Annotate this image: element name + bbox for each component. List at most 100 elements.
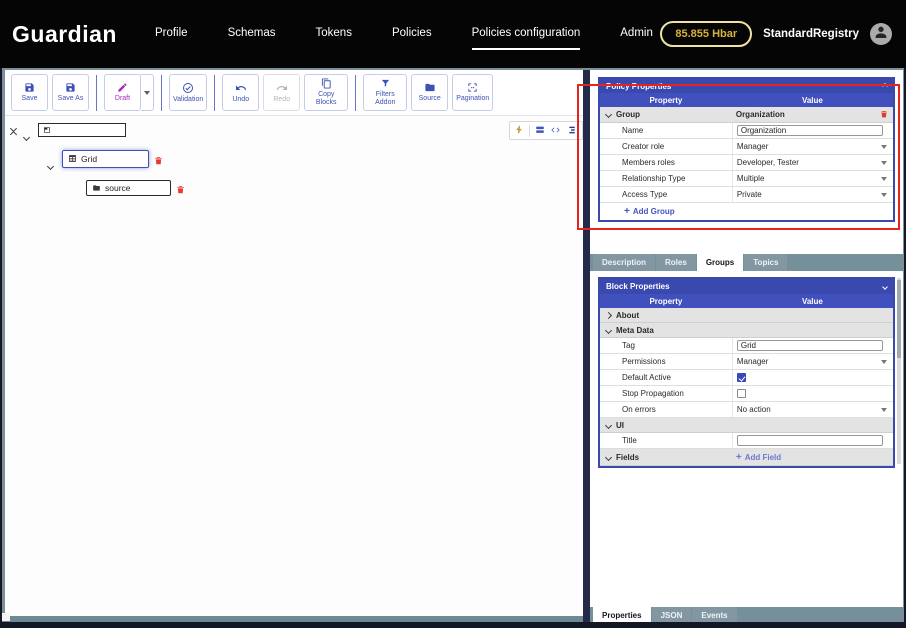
root-expand-chevron-icon[interactable] (22, 127, 31, 145)
tag-row: Tag (600, 338, 893, 354)
pagination-icon (467, 82, 478, 93)
tab-roles[interactable]: Roles (656, 254, 696, 271)
policy-properties-title: Policy Properties (606, 81, 672, 91)
tab-topics[interactable]: Topics (744, 254, 788, 271)
block-table-header: Property Value (600, 294, 893, 308)
scrollbar-handle[interactable] (897, 280, 901, 358)
fields-section-label: Fields (616, 452, 640, 462)
add-field-link[interactable]: + Add Field (736, 452, 781, 463)
delete-source-trash-icon[interactable] (176, 182, 185, 200)
floppy-icon (24, 82, 35, 93)
tree-node-grid[interactable]: Grid (62, 150, 149, 168)
tree-view-icon[interactable] (566, 122, 576, 140)
tab-json[interactable]: JSON (651, 607, 692, 623)
nav-tokens[interactable]: Tokens (316, 27, 352, 41)
tab-groups[interactable]: Groups (696, 254, 744, 271)
tab-properties[interactable]: Properties (593, 607, 651, 623)
hbar-balance-badge[interactable]: 85.855 Hbar (660, 21, 753, 47)
permissions-select[interactable]: Manager (731, 354, 893, 369)
default-active-row: Default Active (600, 370, 893, 386)
editor-toolbar: Save Save As Draft Validation Undo Redo … (5, 70, 583, 116)
group-row[interactable]: Group Organization (600, 107, 893, 123)
dropdown-arrow-icon (880, 160, 887, 165)
policy-properties-header[interactable]: Policy Properties (600, 79, 893, 93)
add-group-link[interactable]: + Add Group (624, 206, 675, 217)
undo-button[interactable]: Undo (222, 74, 260, 111)
stop-propagation-checkbox[interactable] (736, 389, 746, 398)
tree-node-root[interactable] (38, 123, 126, 137)
pagination-button[interactable]: Pagination (452, 74, 494, 111)
tag-input[interactable] (736, 340, 883, 351)
access-type-label: Access Type (622, 190, 668, 199)
filters-addon-label: Filters Addon (375, 91, 396, 106)
delete-grid-trash-icon[interactable] (154, 153, 163, 171)
default-active-checkbox[interactable] (736, 373, 746, 382)
property-column-header: Property (649, 95, 683, 105)
title-row: Title (600, 433, 893, 449)
policy-table-header: Property Value (600, 93, 893, 107)
access-type-select[interactable]: Private (731, 187, 893, 202)
relationship-type-select[interactable]: Multiple (731, 171, 893, 186)
chevron-down-icon (604, 110, 613, 119)
folder-icon (424, 82, 436, 93)
window-bottom-border (0, 622, 906, 628)
creator-role-select[interactable]: Manager (731, 139, 893, 154)
save-as-button[interactable]: Save As (52, 74, 89, 111)
pencil-icon (117, 82, 128, 93)
ui-section-row[interactable]: UI (600, 418, 893, 433)
validation-button[interactable]: Validation (169, 74, 208, 111)
nav-admin[interactable]: Admin (620, 27, 653, 41)
meta-data-section-row[interactable]: Meta Data (600, 323, 893, 338)
draft-button[interactable]: Draft (104, 74, 141, 111)
toolbar-divider (96, 74, 97, 111)
dropdown-arrow-icon (880, 192, 887, 197)
panel-divider[interactable] (583, 70, 590, 622)
lightning-icon[interactable] (515, 122, 524, 140)
chevron-down-icon (604, 453, 613, 461)
save-button[interactable]: Save (11, 74, 48, 111)
members-roles-label: Members roles (622, 158, 675, 167)
tree-node-grid-label: Grid (81, 154, 98, 164)
blocks-view-icon[interactable] (535, 122, 545, 140)
policy-properties-panel: Policy Properties Property Value Group O… (598, 77, 895, 222)
floppy-icon (65, 82, 76, 93)
about-section-row[interactable]: About (600, 308, 893, 323)
plus-icon: + (624, 206, 630, 217)
redo-button[interactable]: Redo (263, 74, 301, 111)
filters-addon-button[interactable]: Filters Addon (363, 74, 408, 111)
source-button[interactable]: Source (411, 74, 449, 111)
grid-expand-chevron-icon[interactable] (46, 156, 55, 174)
property-column-header: Property (649, 296, 683, 306)
tab-description[interactable]: Description (593, 254, 656, 271)
permissions-row: Permissions Manager (600, 354, 893, 370)
name-row: Name (600, 123, 893, 139)
name-input[interactable] (736, 125, 883, 136)
nav-policies[interactable]: Policies (392, 27, 432, 41)
person-icon (873, 24, 889, 45)
draft-dropdown-button[interactable] (141, 74, 154, 111)
block-properties-header[interactable]: Block Properties (600, 279, 893, 294)
on-errors-label: On errors (622, 405, 656, 414)
nav-schemas[interactable]: Schemas (228, 27, 276, 41)
collapse-all-icon[interactable] (9, 124, 18, 139)
code-view-icon[interactable] (550, 122, 561, 140)
collapse-chevron-icon (882, 283, 888, 290)
members-roles-select[interactable]: Developer, Tester (731, 155, 893, 170)
on-errors-select[interactable]: No action (731, 402, 893, 417)
bottom-tabs: Properties JSON Events (590, 607, 903, 623)
save-label: Save (21, 95, 38, 103)
tree-node-source[interactable]: source (86, 180, 171, 196)
about-section-label: About (616, 310, 640, 320)
tag-label: Tag (622, 341, 635, 350)
chevron-down-icon (144, 90, 150, 95)
fields-section-row[interactable]: Fields + Add Field (600, 449, 893, 466)
chevron-down-icon (604, 326, 613, 334)
nav-policies-configuration[interactable]: Policies configuration (471, 27, 581, 50)
nav-profile[interactable]: Profile (155, 27, 188, 41)
delete-group-trash-icon[interactable] (880, 109, 888, 121)
tab-events[interactable]: Events (692, 607, 737, 623)
vertical-scrollbar[interactable] (897, 278, 901, 464)
avatar[interactable] (870, 23, 892, 45)
copy-blocks-button[interactable]: Copy Blocks (304, 74, 349, 111)
title-input[interactable] (736, 435, 883, 446)
